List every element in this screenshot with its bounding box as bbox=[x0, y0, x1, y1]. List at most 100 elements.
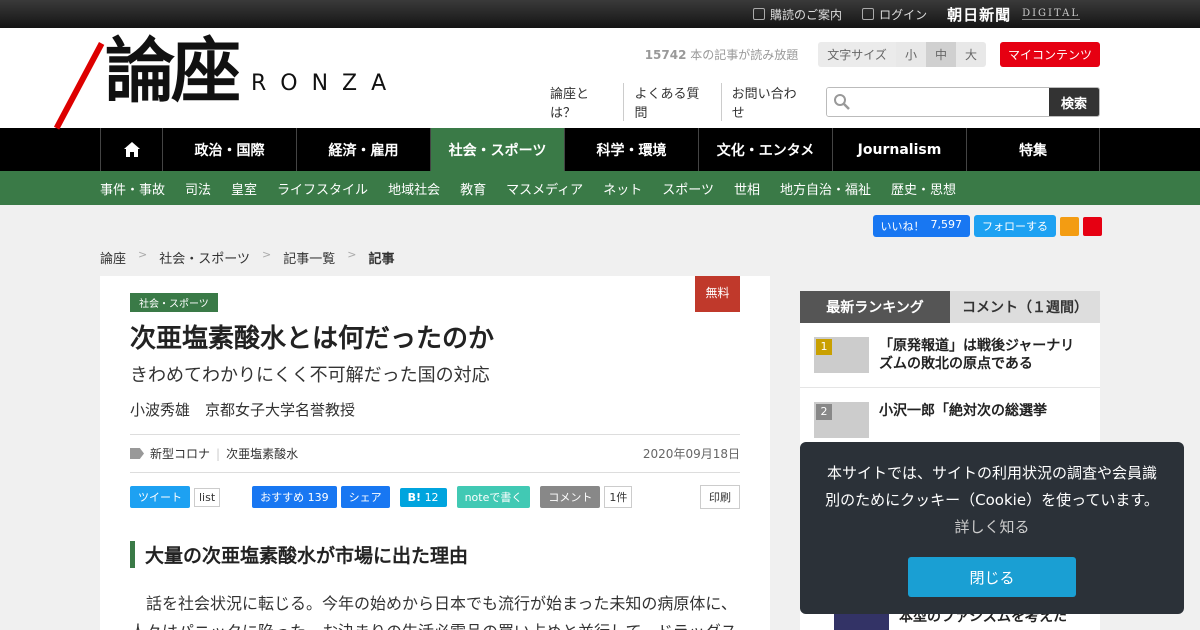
login-label: ログイン bbox=[879, 7, 928, 22]
fb-count: 139 bbox=[307, 491, 329, 504]
tag-icon bbox=[130, 448, 144, 459]
subnav-item[interactable]: ライフスタイル bbox=[277, 179, 368, 198]
main-nav: 政治・国際 経済・雇用 社会・スポーツ 科学・環境 文化・エンタメ Journa… bbox=[0, 128, 1200, 171]
contact-link[interactable]: お問い合わせ bbox=[720, 83, 818, 121]
nav-science[interactable]: 科学・環境 bbox=[564, 128, 698, 171]
subscribe-link[interactable]: 購読のご案内 bbox=[753, 6, 842, 23]
ranking-title: 「原発報道」は戦後ジャーナリズムの敗北の原点である bbox=[879, 338, 1075, 372]
site-header: 論座 RONZA 15742 本の記事が読み放題 文字サイズ 小 中 大 マイコ… bbox=[0, 28, 1200, 130]
cookie-close-button[interactable]: 閉じる bbox=[908, 557, 1076, 597]
lock-icon bbox=[862, 8, 875, 20]
subscribe-label: 購読のご案内 bbox=[770, 7, 843, 22]
search-icon bbox=[826, 88, 857, 116]
nav-feature[interactable]: 特集 bbox=[966, 128, 1100, 171]
subnav-item[interactable]: 地方自治・福祉 bbox=[780, 179, 871, 198]
logo-kanji-text: 論座 bbox=[105, 29, 241, 112]
share-bar: ツイート list おすすめ 139 シェア B! 12 noteで書く コメン… bbox=[130, 485, 740, 509]
subnav-item[interactable]: 皇室 bbox=[231, 179, 257, 198]
article-title: 次亜塩素酸水とは何だったのか bbox=[130, 324, 495, 354]
search-input[interactable] bbox=[856, 88, 1049, 116]
logo-slash bbox=[53, 42, 105, 130]
print-button[interactable]: 印刷 bbox=[700, 485, 740, 509]
cookie-more-link[interactable]: 詳しく知る bbox=[954, 518, 1029, 536]
hatena-label: B! bbox=[407, 490, 422, 504]
breadcrumb-current: 記事 bbox=[368, 252, 395, 267]
fb-recommend-label: おすすめ bbox=[260, 491, 305, 504]
ronza-logo[interactable]: 論座 RONZA bbox=[53, 36, 400, 130]
sub-nav: 事件・事故 司法 皇室 ライフスタイル 地域社会 教育 マスメディア ネット ス… bbox=[0, 171, 1200, 205]
font-small-button[interactable]: 小 bbox=[895, 42, 926, 67]
note-button[interactable]: noteで書く bbox=[456, 486, 531, 508]
twitter-follow-button[interactable]: フォローする bbox=[974, 215, 1056, 237]
breadcrumb-sep: > bbox=[138, 248, 148, 261]
header-tools: 15742 本の記事が読み放題 文字サイズ 小 中 大 マイコンテンツ 論座とは… bbox=[540, 42, 1100, 121]
hatena-count: 12 bbox=[424, 490, 439, 504]
rank-number: 1 bbox=[816, 339, 832, 355]
breadcrumb-item[interactable]: 社会・スポーツ bbox=[159, 248, 250, 267]
home-icon bbox=[123, 142, 140, 157]
article-body: 話を社会状況に転じる。今年の始めから日本でも流行が始まった未知の病原体に、人々は… bbox=[130, 594, 737, 630]
read-count: 15742 本の記事が読み放題 bbox=[645, 46, 799, 63]
tab-comment-ranking[interactable]: コメント（１週間） bbox=[950, 291, 1100, 323]
digital-label: DIGITAL bbox=[1022, 8, 1080, 20]
read-count-number: 15742 bbox=[644, 48, 687, 62]
rss-icon[interactable] bbox=[1060, 216, 1079, 236]
fb-share-button[interactable]: シェア bbox=[340, 486, 390, 508]
search-button[interactable]: 検索 bbox=[1049, 88, 1099, 116]
like-count: 7,597 bbox=[930, 218, 963, 231]
breadcrumb-item[interactable]: 記事一覧 bbox=[283, 248, 335, 267]
login-link[interactable]: ログイン bbox=[862, 6, 927, 23]
section-heading: 大量の次亜塩素酸水が市場に出た理由 bbox=[130, 541, 740, 568]
social-buttons: いいね！ 7,597 フォローする bbox=[872, 215, 1102, 237]
tag-link[interactable]: 次亜塩素酸水 bbox=[226, 445, 298, 462]
read-count-suffix: 本の記事が読み放題 bbox=[690, 48, 799, 62]
fb-recommend-button[interactable]: おすすめ 139 bbox=[252, 486, 337, 508]
tweet-button[interactable]: ツイート bbox=[130, 486, 190, 508]
subnav-item[interactable]: 事件・事故 bbox=[100, 179, 165, 198]
facebook-like-button[interactable]: いいね！ 7,597 bbox=[872, 215, 970, 237]
subnav-item[interactable]: スポーツ bbox=[662, 179, 714, 198]
breadcrumb-item[interactable]: 論座 bbox=[100, 248, 126, 267]
tag-row: 新型コロナ | 次亜塩素酸水 2020年09月18日 bbox=[130, 435, 740, 473]
subnav-item[interactable]: 世相 bbox=[734, 179, 760, 198]
faq-link[interactable]: よくある質問 bbox=[623, 83, 720, 121]
subnav-item[interactable]: 歴史・思想 bbox=[891, 179, 956, 198]
nav-politics[interactable]: 政治・国際 bbox=[162, 128, 296, 171]
nav-journalism[interactable]: Journalism bbox=[832, 128, 966, 171]
article: 社会・スポーツ 無料 次亜塩素酸水とは何だったのか きわめてわかりにくく不可解だ… bbox=[100, 276, 770, 630]
font-large-button[interactable]: 大 bbox=[955, 42, 986, 67]
rank-number: 2 bbox=[816, 404, 832, 420]
cookie-text: 本サイトでは、サイトの利用状況の調査や会員識別のためにクッキー（Cookie）を… bbox=[825, 464, 1159, 509]
asahi-brand: 朝日新聞 bbox=[947, 5, 1012, 24]
tag-link[interactable]: 新型コロナ bbox=[150, 445, 210, 462]
comment-button[interactable]: コメント bbox=[540, 486, 601, 508]
mail-icon[interactable] bbox=[1083, 216, 1102, 236]
edit-icon bbox=[753, 8, 766, 20]
asahi-digital-logo[interactable]: 朝日新聞 DIGITAL bbox=[947, 4, 1080, 25]
top-bar: 購読のご案内 ログイン 朝日新聞 DIGITAL bbox=[0, 0, 1200, 28]
article-author[interactable]: 小波秀雄 京都女子大学名誉教授 bbox=[130, 399, 740, 420]
ranking-item[interactable]: 1 「原発報道」は戦後ジャーナリズムの敗北の原点である bbox=[800, 323, 1100, 388]
subnav-item[interactable]: マスメディア bbox=[506, 179, 583, 198]
font-size-label: 文字サイズ bbox=[818, 42, 896, 67]
hatena-button[interactable]: B! 12 bbox=[399, 487, 447, 507]
about-link[interactable]: 論座とは？ bbox=[540, 83, 623, 121]
cookie-banner: 本サイトでは、サイトの利用状況の調査や会員識別のためにクッキー（Cookie）を… bbox=[800, 442, 1184, 614]
subnav-item[interactable]: 司法 bbox=[185, 179, 211, 198]
my-content-button[interactable]: マイコンテンツ bbox=[999, 42, 1100, 67]
category-badge[interactable]: 社会・スポーツ bbox=[130, 293, 218, 312]
nav-home[interactable] bbox=[100, 128, 162, 171]
nav-economy[interactable]: 経済・雇用 bbox=[296, 128, 430, 171]
nav-culture[interactable]: 文化・エンタメ bbox=[698, 128, 832, 171]
font-mid-button[interactable]: 中 bbox=[925, 42, 956, 67]
article-subtitle: きわめてわかりにくく不可解だった国の対応 bbox=[130, 365, 490, 386]
subnav-item[interactable]: 地域社会 bbox=[388, 179, 440, 198]
twitter-list-count: list bbox=[194, 487, 221, 507]
nav-society[interactable]: 社会・スポーツ bbox=[430, 128, 564, 171]
ranking-title: 小沢一郎「絶対次の総選挙 bbox=[879, 403, 1047, 419]
tab-latest-ranking[interactable]: 最新ランキング bbox=[800, 291, 950, 323]
breadcrumb-sep: > bbox=[347, 248, 357, 261]
subnav-item[interactable]: ネット bbox=[603, 179, 642, 198]
font-size-switcher: 文字サイズ 小 中 大 bbox=[818, 42, 986, 67]
subnav-item[interactable]: 教育 bbox=[460, 179, 486, 198]
